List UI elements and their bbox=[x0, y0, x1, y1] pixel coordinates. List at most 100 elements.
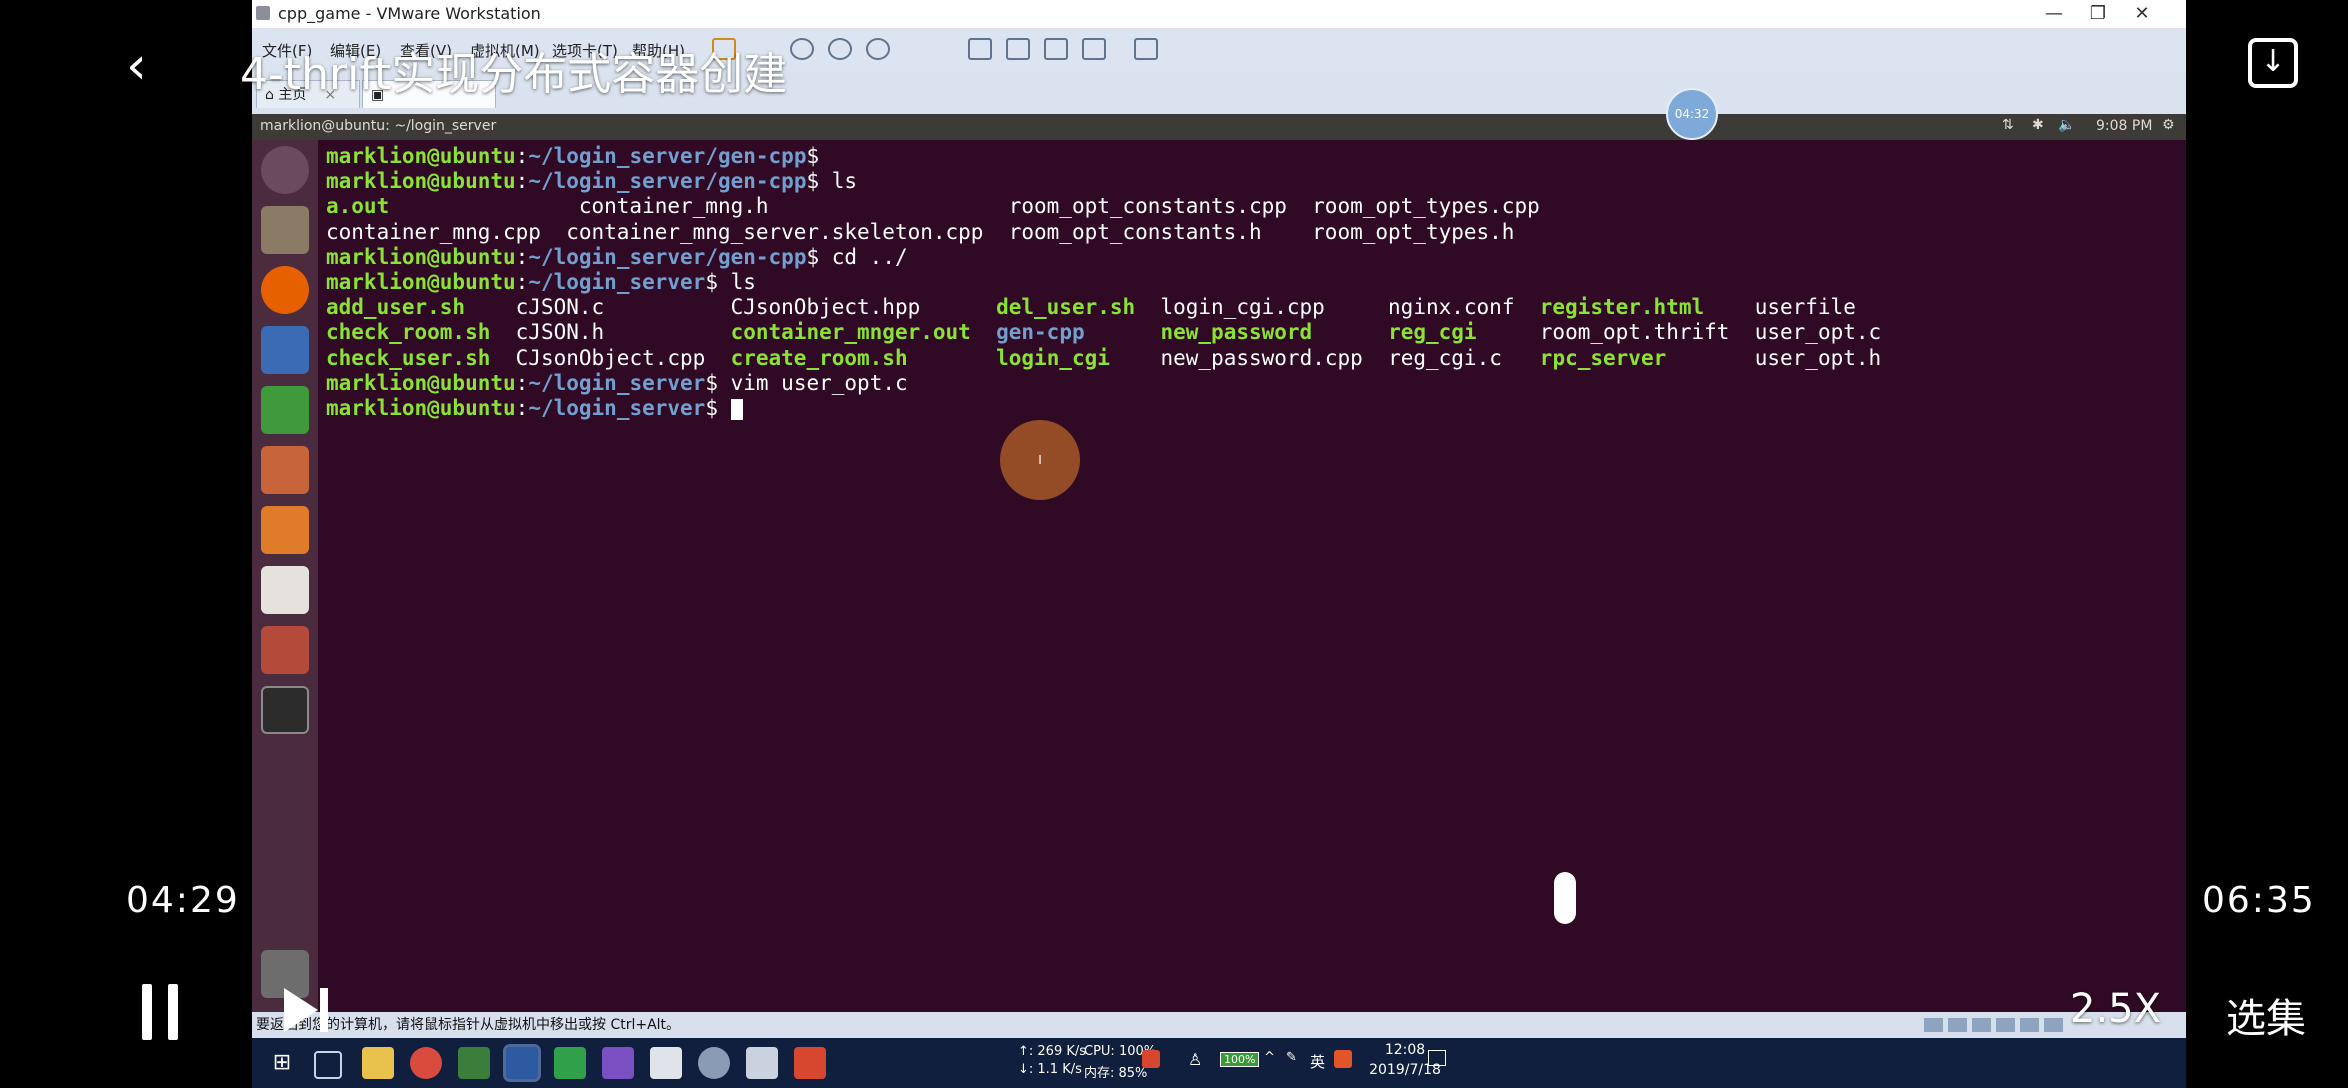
sublime-icon[interactable] bbox=[794, 1047, 826, 1079]
restore-icon[interactable]: ❐ bbox=[2078, 2, 2118, 26]
terminal-text: marklion@ubuntu bbox=[326, 244, 516, 269]
progress-handle[interactable] bbox=[1554, 872, 1576, 924]
photos-icon[interactable] bbox=[746, 1047, 778, 1079]
system-settings-icon[interactable] bbox=[261, 626, 309, 674]
vmware-title: cpp_game - VMware Workstation bbox=[278, 4, 541, 23]
terminal-line: a.out container_mng.h room_opt_constants… bbox=[326, 194, 1540, 219]
terminal-line: check_user.sh CJsonObject.cpp create_roo… bbox=[326, 346, 1881, 371]
impress-icon[interactable] bbox=[261, 446, 309, 494]
volume-icon[interactable]: 🔈 bbox=[2058, 117, 2075, 133]
settings-gear-icon[interactable]: ⚙ bbox=[2162, 117, 2175, 133]
terminal-text: marklion@ubuntu bbox=[326, 396, 516, 420]
guest-clock[interactable]: 9:08 PM bbox=[2096, 118, 2152, 134]
terminal-icon[interactable] bbox=[261, 686, 309, 734]
ime-indicator[interactable]: 英 bbox=[1310, 1051, 1325, 1072]
terminal-text: container_mnger.out bbox=[730, 320, 971, 345]
terminal-text: $ cd ../ bbox=[806, 244, 908, 269]
terminal-line: add_user.sh cJSON.c CJsonObject.hpp del_… bbox=[326, 295, 1856, 320]
terminal-line: marklion@ubuntu:~/login_server$ bbox=[326, 396, 743, 421]
vmware-window: cpp_game - VMware Workstation — ❐ ✕ 文件(F… bbox=[252, 0, 2186, 1038]
thumbnail-view-icon[interactable] bbox=[1006, 38, 1030, 60]
pause-icon[interactable] bbox=[142, 984, 180, 1040]
episode-selector[interactable]: 选集 bbox=[2226, 986, 2306, 1044]
ubuntu-launcher bbox=[252, 140, 318, 1012]
terminal-text: cJSON.c CJsonObject.hpp bbox=[465, 295, 997, 320]
chrome-icon[interactable] bbox=[410, 1047, 442, 1079]
playback-speed[interactable]: 2.5X bbox=[2070, 986, 2161, 1032]
network-icon[interactable]: ⇅ bbox=[2002, 117, 2014, 133]
terminal-text: a.out bbox=[326, 194, 390, 219]
tray-chevron-icon[interactable]: ^ bbox=[1264, 1050, 1275, 1065]
dash-home-icon[interactable] bbox=[261, 146, 309, 194]
visual-studio-icon[interactable] bbox=[602, 1047, 634, 1079]
terminal-text: del_user.sh bbox=[996, 295, 1136, 320]
terminal-cursor bbox=[730, 398, 743, 420]
terminal-line: marklion@ubuntu:~/login_server/gen-cpp$ … bbox=[326, 245, 908, 270]
explorer-icon[interactable] bbox=[362, 1047, 394, 1079]
terminal-line: marklion@ubuntu:~/login_server/gen-cpp$ … bbox=[326, 169, 857, 194]
software-center-icon[interactable] bbox=[261, 506, 309, 554]
console-view-icon[interactable] bbox=[1134, 38, 1158, 60]
ubuntu-top-panel: marklion@ubuntu: ~/login_server ⇅ ✱ 🔈 9:… bbox=[252, 114, 2186, 140]
terminal-area[interactable]: marklion@ubuntu:~/login_server/gen-cpp$ m… bbox=[318, 140, 2186, 1012]
unity-icon[interactable] bbox=[1082, 38, 1106, 60]
battery-icon[interactable]: 100% bbox=[1220, 1052, 1260, 1067]
terminal-text: container_mng.cpp container_mng_server.s… bbox=[326, 219, 1515, 244]
bluetooth-icon[interactable]: ✱ bbox=[2032, 117, 2044, 133]
total-time: 06:35 bbox=[2202, 880, 2316, 921]
files-icon[interactable] bbox=[261, 206, 309, 254]
snapshot-icon[interactable] bbox=[790, 38, 814, 60]
task-view-icon[interactable] bbox=[314, 1051, 342, 1079]
qt-icon[interactable] bbox=[554, 1047, 586, 1079]
terminal-text: $ bbox=[806, 144, 820, 168]
terminal-text: marklion@ubuntu bbox=[326, 144, 516, 168]
terminal-text: gen-cpp bbox=[996, 320, 1085, 345]
terminal-text: container_mng.h room_opt_constants.cpp r… bbox=[389, 194, 1540, 219]
fullscreen-icon[interactable] bbox=[1044, 38, 1068, 60]
terminal-text: new_password bbox=[1160, 320, 1313, 345]
download-icon[interactable]: ↓ bbox=[2248, 38, 2298, 88]
terminal-text: ~/login_server bbox=[528, 396, 706, 420]
pen-icon[interactable]: ✎ bbox=[1286, 1050, 1297, 1065]
terminal-text: : bbox=[515, 396, 529, 420]
writer-icon[interactable] bbox=[261, 326, 309, 374]
terminal-text: : bbox=[515, 370, 529, 395]
terminal-text: check_user.sh bbox=[326, 345, 491, 370]
terminal-text: : bbox=[515, 144, 529, 168]
back-icon[interactable]: ‹ bbox=[126, 36, 147, 96]
terminal-text: login_cgi.cpp nginx.conf bbox=[1135, 295, 1540, 320]
people-icon[interactable]: ♙ bbox=[1188, 1050, 1202, 1069]
terminal-line: container_mng.cpp container_mng_server.s… bbox=[326, 220, 1514, 245]
next-episode-icon[interactable] bbox=[284, 986, 330, 1034]
typora-icon[interactable] bbox=[650, 1047, 682, 1079]
vmware-taskbar-icon[interactable] bbox=[503, 1044, 541, 1082]
minimize-icon[interactable]: — bbox=[2034, 2, 2074, 26]
close-icon[interactable]: ✕ bbox=[2122, 2, 2162, 26]
amazon-icon[interactable] bbox=[261, 566, 309, 614]
firefox-icon[interactable] bbox=[261, 266, 309, 314]
snapshot-manager-icon[interactable] bbox=[866, 38, 890, 60]
recording-bubble: 04:32 bbox=[1666, 88, 1718, 140]
terminal-text: rpc_server bbox=[1539, 345, 1667, 370]
library-view-icon[interactable] bbox=[968, 38, 992, 60]
sogou-icon[interactable] bbox=[1334, 1050, 1352, 1068]
terminal-text: create_room.sh bbox=[730, 345, 908, 370]
calc-icon[interactable] bbox=[261, 386, 309, 434]
terminal-text: check_room.sh bbox=[326, 320, 491, 345]
revert-snapshot-icon[interactable] bbox=[828, 38, 852, 60]
tray-app-icon[interactable] bbox=[1142, 1050, 1160, 1068]
terminal-text: userfile bbox=[1704, 295, 1856, 320]
terminal-text: marklion@ubuntu bbox=[326, 169, 516, 194]
terminal-line: check_room.sh cJSON.h container_mnger.ou… bbox=[326, 320, 1881, 345]
windows-start-icon[interactable]: ⊞ bbox=[266, 1047, 298, 1079]
terminal-text: ~/login_server/gen-cpp bbox=[528, 144, 807, 168]
notepadpp-icon[interactable] bbox=[458, 1047, 490, 1079]
terminal-text: ~/login_server bbox=[528, 370, 706, 395]
terminal-text: $ vim user_opt.c bbox=[705, 370, 908, 395]
app-icon[interactable] bbox=[698, 1047, 730, 1079]
video-title: 4-thrift实现分布式容器创建 bbox=[240, 49, 788, 100]
notification-icon[interactable] bbox=[1428, 1050, 1446, 1066]
current-time: 04:29 bbox=[126, 880, 240, 921]
